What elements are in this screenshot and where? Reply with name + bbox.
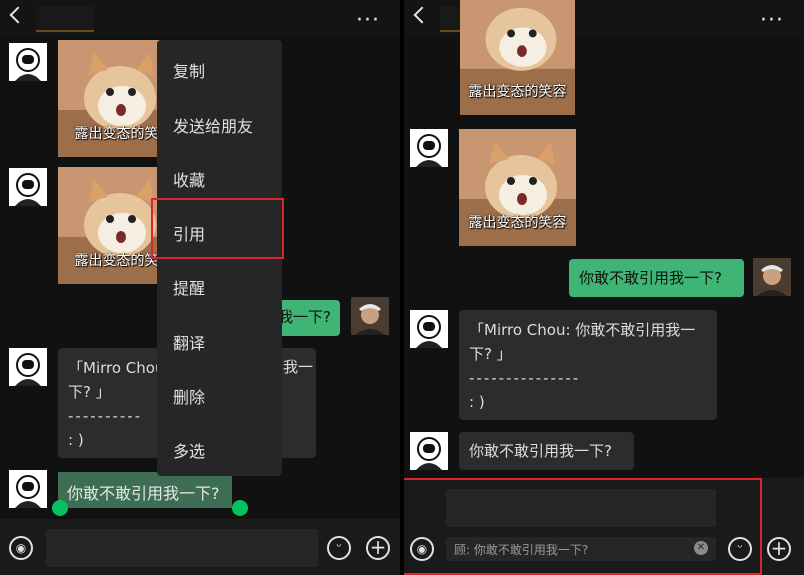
- contact-avatar[interactable]: [9, 470, 47, 508]
- cat-sticker[interactable]: 露出变态的笑容: [459, 0, 576, 115]
- highlight-box: [151, 198, 284, 259]
- quote-line: 下? 」: [469, 345, 512, 363]
- menu-item-favorite[interactable]: 收藏: [173, 167, 205, 191]
- menu-item-remind[interactable]: 提醒: [173, 275, 205, 299]
- emoji-icon[interactable]: ᵕ: [327, 536, 351, 560]
- left-chat-panel: ··· 露出变态的笑 露出变态的笑 我一下? 「Mirro Chou 下? 」 …: [0, 0, 400, 575]
- top-bar: ···: [0, 0, 400, 38]
- my-avatar[interactable]: [753, 258, 791, 296]
- back-icon[interactable]: [413, 6, 431, 24]
- message-text: 你敢不敢引用我一下?: [469, 442, 612, 460]
- cat-sticker[interactable]: 露出变态的笑容: [459, 129, 576, 246]
- quote-message-bubble[interactable]: 「Mirro Chou: 你敢不敢引用我一 下? 」 -------------…: [459, 310, 717, 420]
- message-text: 你敢不敢引用我一下?: [579, 269, 722, 287]
- my-message-bubble[interactable]: 你敢不敢引用我一下?: [569, 259, 744, 297]
- contact-avatar[interactable]: [9, 348, 47, 386]
- menu-item-translate[interactable]: 翻译: [173, 330, 205, 354]
- contact-avatar[interactable]: [410, 310, 448, 348]
- quote-separator: ---------------: [469, 369, 581, 387]
- more-icon[interactable]: ···: [356, 8, 380, 33]
- menu-item-copy[interactable]: 复制: [173, 58, 205, 82]
- my-avatar[interactable]: [351, 297, 389, 335]
- message-text: 我一下?: [278, 308, 331, 326]
- sticker-caption: 露出变态的笑容: [468, 84, 567, 100]
- contact-avatar[interactable]: [410, 129, 448, 167]
- more-icon[interactable]: ···: [760, 8, 784, 33]
- selection-handle-end[interactable]: [232, 500, 248, 516]
- chat-title: [36, 6, 94, 32]
- plus-icon[interactable]: +: [767, 537, 791, 561]
- voice-icon[interactable]: ◉: [9, 536, 33, 560]
- sticker-caption: 露出变态的笑容: [468, 215, 567, 231]
- quote-line: 「Mirro Chou: 你敢不敢引用我一: [469, 321, 696, 339]
- input-bar: ◉ ᵕ +: [0, 519, 400, 575]
- right-chat-panel: ··· 露出变态的笑容 露出变态的笑容 你敢不敢引用我一下? 「Mirro Ch…: [404, 0, 804, 575]
- plus-icon[interactable]: +: [366, 536, 390, 560]
- contact-avatar[interactable]: [9, 168, 47, 206]
- quote-line: : ): [469, 393, 485, 411]
- quote-line-tail: 我一: [283, 358, 314, 376]
- menu-item-forward[interactable]: 发送给朋友: [173, 113, 253, 137]
- back-icon[interactable]: [9, 6, 27, 24]
- message-bubble[interactable]: 你敢不敢引用我一下?: [459, 432, 634, 470]
- selection-handle-start[interactable]: [52, 500, 68, 516]
- contact-avatar[interactable]: [410, 432, 448, 470]
- selected-message-text[interactable]: 你敢不敢引用我一下?: [67, 480, 220, 504]
- message-input[interactable]: [46, 529, 318, 567]
- highlight-box: [404, 478, 762, 575]
- menu-item-multiselect[interactable]: 多选: [173, 438, 205, 462]
- menu-item-delete[interactable]: 删除: [173, 384, 205, 408]
- contact-avatar[interactable]: [9, 43, 47, 81]
